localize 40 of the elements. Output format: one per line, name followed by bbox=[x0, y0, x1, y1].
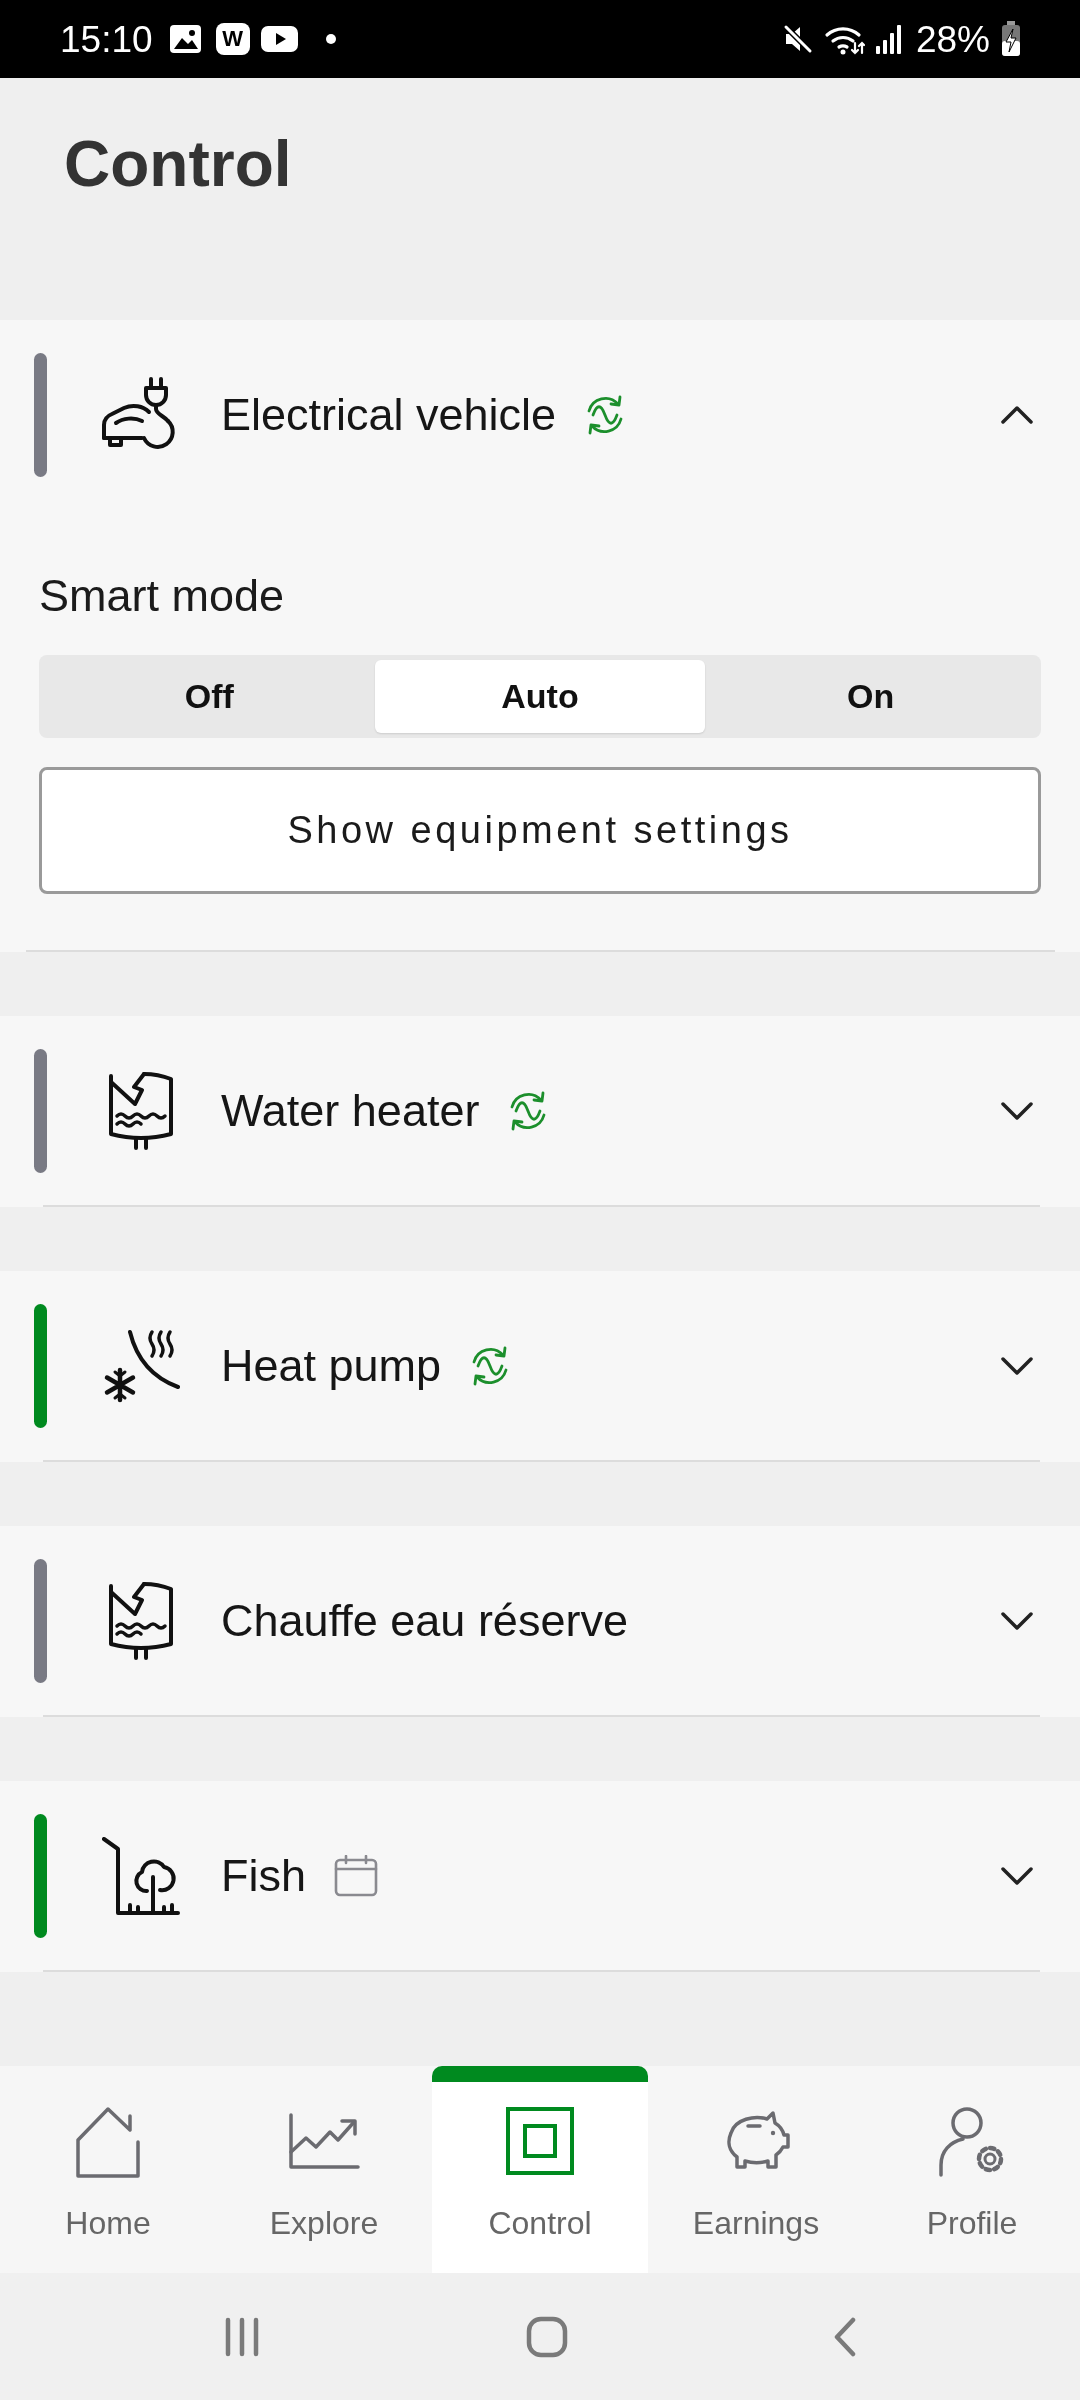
nav-tab[interactable]: Explore bbox=[216, 2066, 432, 2273]
smart-mode-label: Smart mode bbox=[39, 570, 285, 622]
video-play-icon bbox=[260, 26, 298, 52]
battery-percent: 28% bbox=[915, 20, 990, 58]
segment-option[interactable]: On bbox=[705, 660, 1036, 733]
tree-icon bbox=[102, 1836, 180, 1915]
equipment-settings-button[interactable]: Show equipment settings bbox=[39, 767, 1041, 894]
house-icon bbox=[74, 2104, 142, 2178]
app-icon: W bbox=[215, 23, 250, 55]
chevron-up-icon[interactable] bbox=[1000, 404, 1034, 425]
device-name: Chauffe eau réserve bbox=[221, 1593, 628, 1648]
nav-tab[interactable]: Earnings bbox=[648, 2066, 864, 2273]
device-name: Water heater bbox=[221, 1083, 480, 1138]
water-tank-icon bbox=[108, 1581, 174, 1660]
chevron-down-icon[interactable] bbox=[1000, 1355, 1034, 1376]
page-title: Control bbox=[64, 127, 292, 202]
device-name: Heat pump bbox=[221, 1338, 442, 1393]
back-icon[interactable] bbox=[833, 2316, 857, 2357]
square-in-square-icon bbox=[505, 2106, 575, 2176]
nav-tab[interactable]: Control bbox=[432, 2066, 648, 2273]
segment-option[interactable]: Off bbox=[44, 660, 375, 733]
chevron-down-icon[interactable] bbox=[1000, 1865, 1034, 1886]
nav-tab[interactable]: Home bbox=[0, 2066, 216, 2273]
water-tank-icon bbox=[108, 1071, 174, 1150]
chevron-down-icon[interactable] bbox=[1000, 1610, 1034, 1631]
dot-icon bbox=[325, 34, 336, 44]
status-time: 15:10 bbox=[60, 20, 153, 58]
device-name: Electrical vehicle bbox=[221, 387, 557, 442]
battery-icon bbox=[1000, 21, 1022, 57]
device-name: Fish bbox=[221, 1848, 306, 1903]
image-icon bbox=[169, 25, 201, 53]
home-button-icon[interactable] bbox=[526, 2315, 568, 2358]
nav-tab[interactable]: Profile bbox=[864, 2066, 1080, 2273]
snowflake-heat-icon bbox=[102, 1328, 180, 1403]
chevron-down-icon[interactable] bbox=[1000, 1100, 1034, 1121]
segment-option[interactable]: Auto bbox=[374, 660, 706, 733]
recent-apps-icon[interactable] bbox=[223, 2316, 261, 2357]
signal-icon bbox=[874, 24, 902, 54]
trend-chart-icon bbox=[288, 2112, 360, 2170]
mute-icon bbox=[781, 23, 814, 55]
